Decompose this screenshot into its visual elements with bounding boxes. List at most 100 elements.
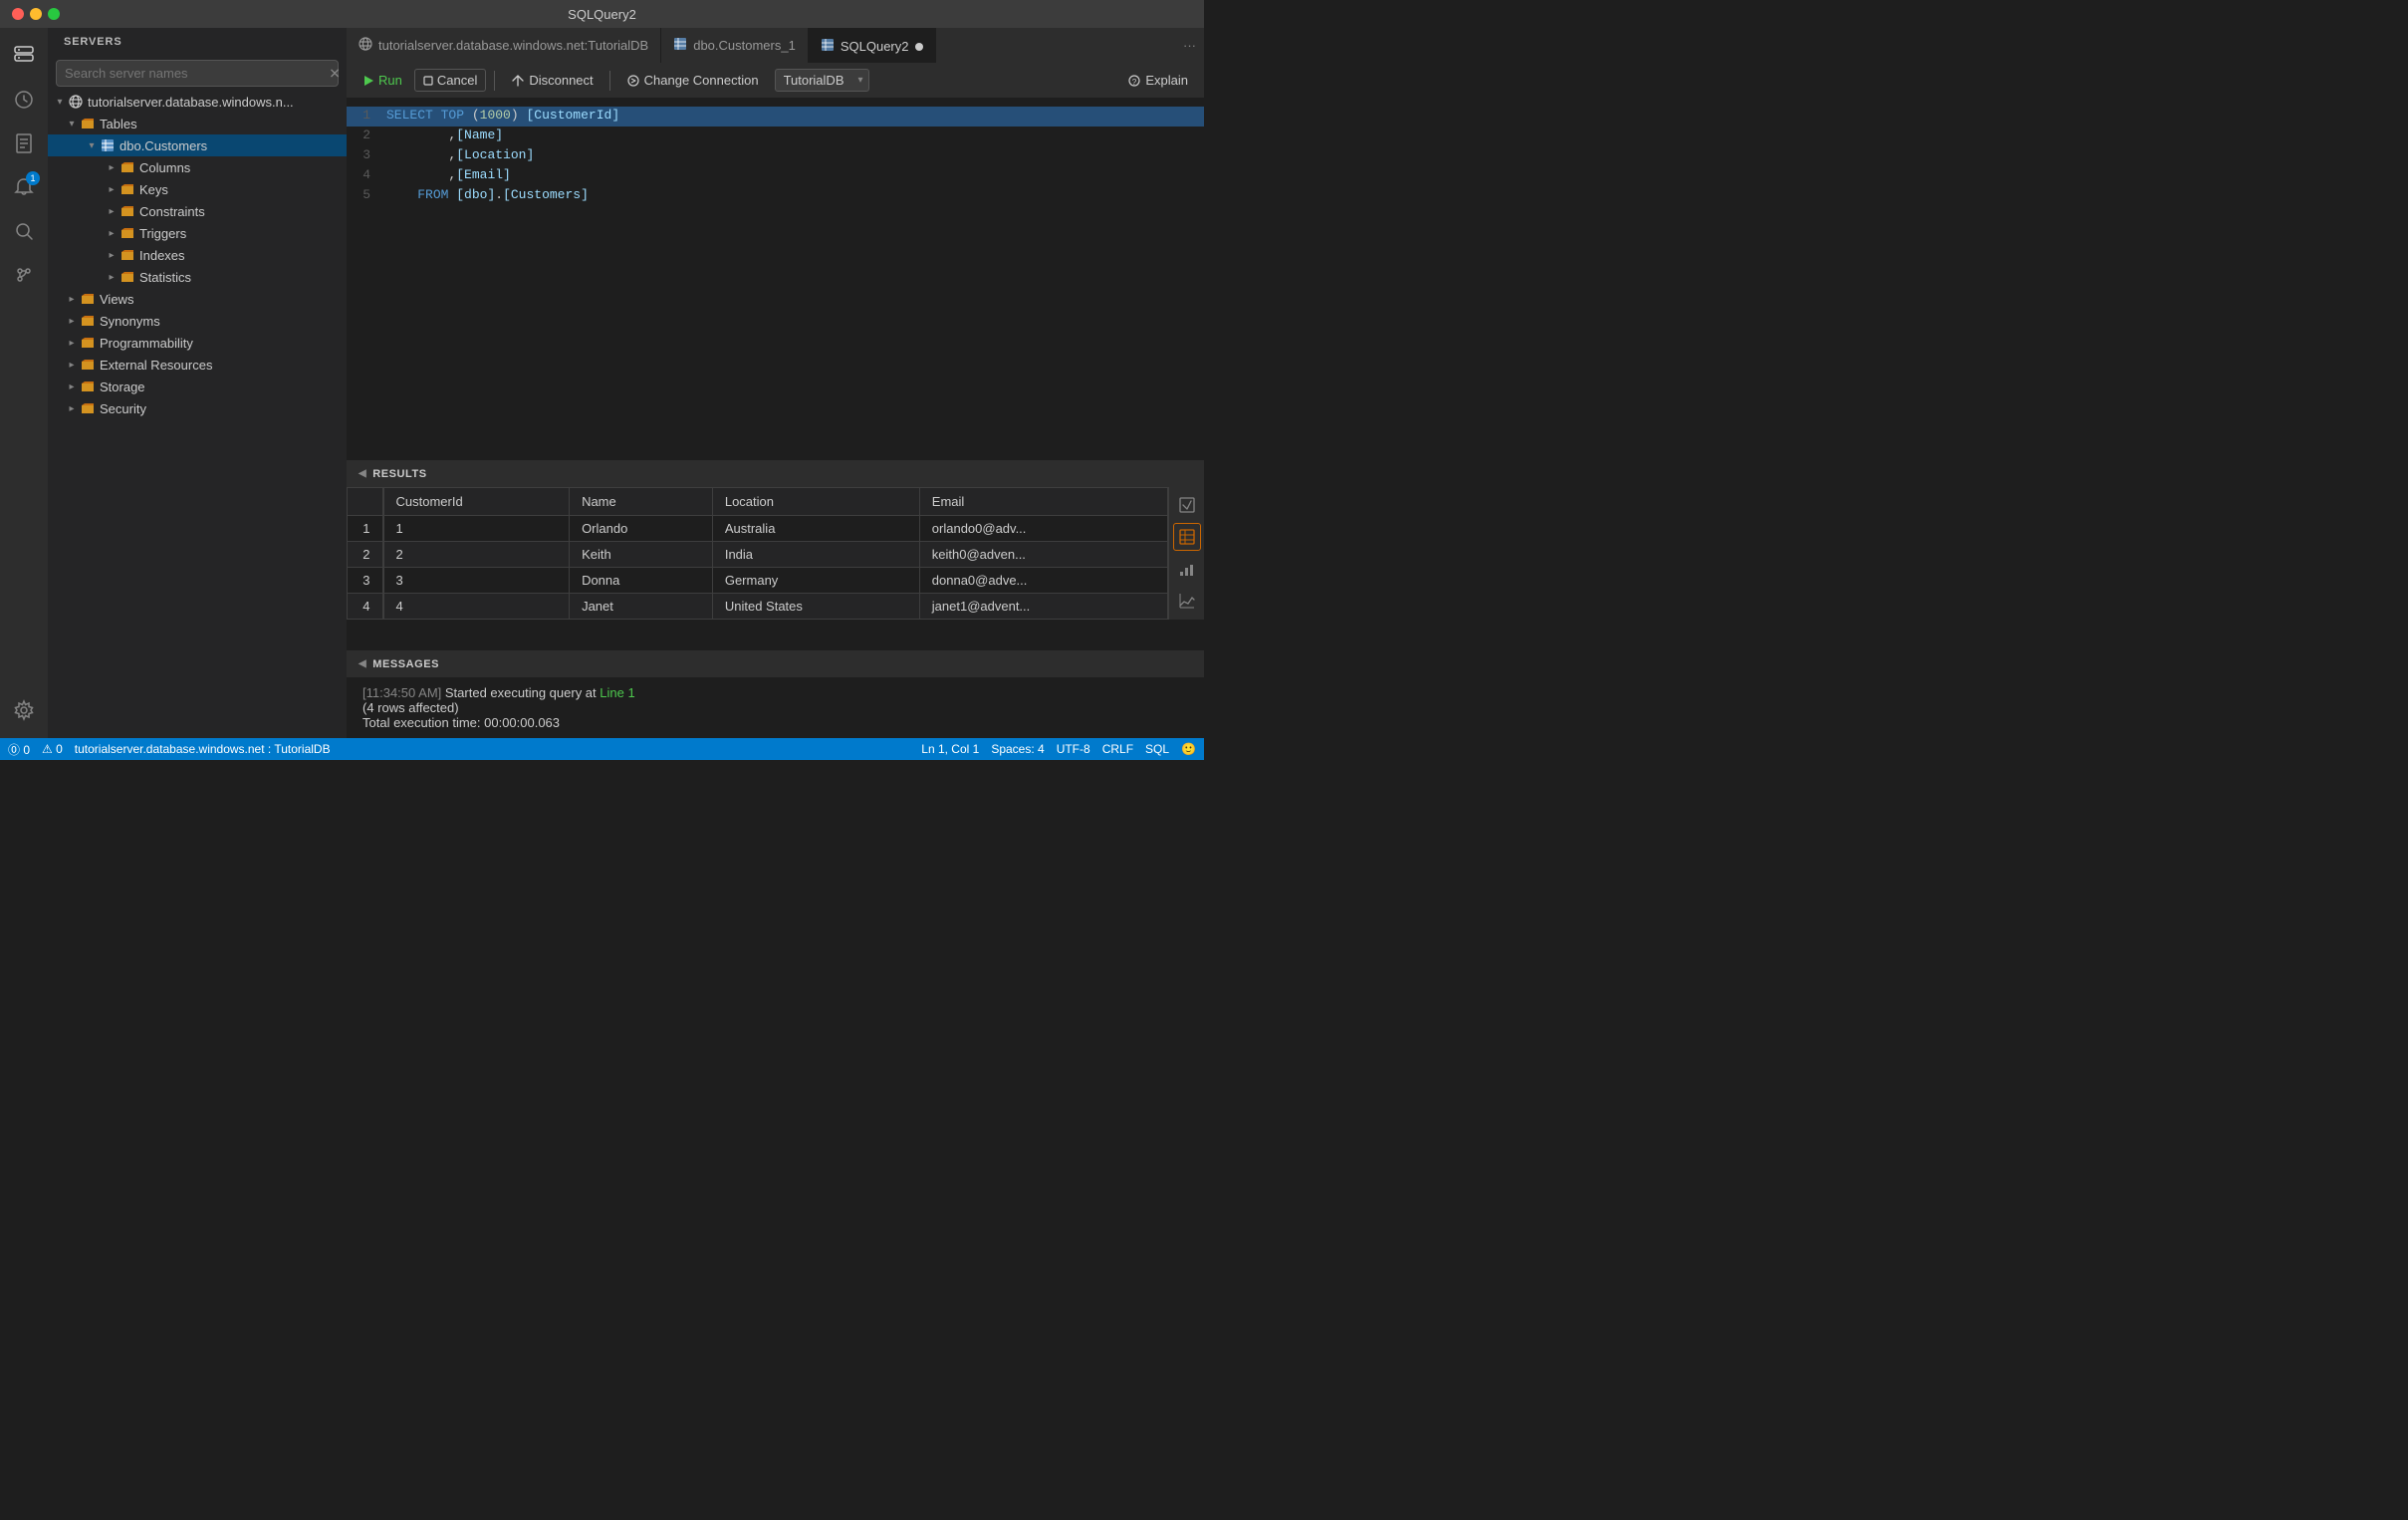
cancel-button[interactable]: Cancel [414,69,486,92]
status-server-text: tutorialserver.database.windows.net : Tu… [75,742,331,756]
external-resources-chevron [64,357,80,373]
tab-dirty-indicator [915,43,923,51]
view-as-table-button[interactable] [1173,523,1201,551]
tab-server[interactable]: tutorialserver.database.windows.net:Tuto… [347,28,661,63]
tab-customers-label: dbo.Customers_1 [693,38,796,53]
views-label: Views [100,292,133,307]
svg-text:?: ? [1132,78,1137,87]
view-as-chart-button[interactable] [1173,555,1201,583]
columns-folder[interactable]: Columns [48,156,347,178]
storage-folder[interactable]: Storage [48,376,347,397]
tab-customers[interactable]: dbo.Customers_1 [661,28,809,63]
status-server[interactable]: tutorialserver.database.windows.net : Tu… [75,742,331,756]
code-editor[interactable]: 1 SELECT TOP (1000) [CustomerId] 2 ,[Nam… [347,99,1204,459]
run-button[interactable]: Run [355,70,410,91]
msg-text-1: Started executing query at [445,685,597,700]
view-as-chart-2-button[interactable] [1173,587,1201,615]
tab-more-button[interactable]: ··· [1175,28,1204,63]
status-warnings[interactable]: ⚠ 0 [42,742,63,756]
tab-server-icon [359,37,372,54]
cell-email: orlando0@adv... [919,516,1167,542]
activity-notifications[interactable]: 1 [4,167,44,207]
messages-collapse-icon[interactable]: ◀ [359,658,366,669]
constraints-folder[interactable]: Constraints [48,200,347,222]
tab-server-label: tutorialserver.database.windows.net:Tuto… [378,38,648,53]
customers-chevron [84,137,100,153]
triggers-folder[interactable]: Triggers [48,222,347,244]
status-left: ⓪ 0 ⚠ 0 [8,741,63,758]
security-folder[interactable]: Security [48,397,347,419]
toolbar-separator-1 [494,71,495,91]
statistics-folder[interactable]: Statistics [48,266,347,288]
maximize-button[interactable] [48,8,60,20]
cell-customerid: 2 [383,542,570,568]
views-folder[interactable]: Views [48,288,347,310]
status-line-ending[interactable]: CRLF [1102,742,1133,756]
triggers-folder-icon [120,225,135,241]
tables-folder[interactable]: Tables [48,113,347,134]
tree-container: tutorialserver.database.windows.n... Tab… [48,91,347,738]
activity-search[interactable] [4,211,44,251]
cell-email: keith0@adven... [919,542,1167,568]
server-item[interactable]: tutorialserver.database.windows.n... [48,91,347,113]
activity-settings[interactable] [4,690,44,730]
triggers-chevron [104,225,120,241]
columns-chevron [104,159,120,175]
activity-servers[interactable] [4,36,44,76]
table-row[interactable]: 3 3 Donna Germany donna0@adve... [348,568,1168,594]
keys-folder-icon [120,181,135,197]
status-spaces-text: Spaces: 4 [991,742,1044,756]
keys-folder[interactable]: Keys [48,178,347,200]
database-select[interactable]: TutorialDB [775,69,869,92]
results-collapse-icon[interactable]: ◀ [359,468,366,479]
search-input[interactable] [56,60,339,87]
line-number-4: 4 [347,167,386,182]
status-encoding[interactable]: UTF-8 [1057,742,1090,756]
status-encoding-text: UTF-8 [1057,742,1090,756]
tab-query-icon [821,38,835,55]
msg-text-2: (4 rows affected) [362,700,459,715]
explain-button[interactable]: ? Explain [1119,70,1196,91]
change-connection-button[interactable]: Change Connection [618,70,767,91]
cell-location: Germany [712,568,919,594]
activity-notebooks[interactable] [4,124,44,163]
synonyms-label: Synonyms [100,314,160,329]
status-spaces[interactable]: Spaces: 4 [991,742,1044,756]
search-clear-icon[interactable]: ✕ [329,65,341,82]
activity-git[interactable] [4,255,44,295]
customers-table[interactable]: dbo.Customers [48,134,347,156]
activity-history[interactable] [4,80,44,120]
statistics-folder-icon [120,269,135,285]
indexes-folder[interactable]: Indexes [48,244,347,266]
programmability-folder[interactable]: Programmability [48,332,347,354]
msg-line-link[interactable]: Line 1 [600,685,634,700]
server-label: tutorialserver.database.windows.n... [88,95,294,110]
synonyms-folder[interactable]: Synonyms [48,310,347,332]
disconnect-label: Disconnect [529,73,593,88]
status-right: Ln 1, Col 1 Spaces: 4 UTF-8 CRLF SQL 🙂 [921,742,1196,756]
external-resources-folder[interactable]: External Resources [48,354,347,376]
status-bar: ⓪ 0 ⚠ 0 tutorialserver.database.windows.… [0,738,1204,760]
msg-text-3: Total execution time: 00:00:00.063 [362,715,560,730]
minimize-button[interactable] [30,8,42,20]
status-errors[interactable]: ⓪ 0 [8,741,30,758]
table-row[interactable]: 4 4 Janet United States janet1@advent... [348,594,1168,620]
status-language[interactable]: SQL [1145,742,1169,756]
status-position[interactable]: Ln 1, Col 1 [921,742,979,756]
messages-header: ◀ MESSAGES [347,649,1204,677]
table-row[interactable]: 2 2 Keith India keith0@adven... [348,542,1168,568]
code-content-5: FROM [dbo].[Customers] [386,187,589,202]
tables-label: Tables [100,117,137,131]
triggers-label: Triggers [139,226,186,241]
disconnect-button[interactable]: Disconnect [503,70,601,91]
table-row[interactable]: 1 1 Orlando Australia orlando0@adv... [348,516,1168,542]
status-emoji-icon: 🙂 [1181,742,1196,756]
cell-location: United States [712,594,919,620]
tab-query[interactable]: SQLQuery2 [809,28,936,63]
save-results-button[interactable] [1173,491,1201,519]
close-button[interactable] [12,8,24,20]
status-emoji[interactable]: 🙂 [1181,742,1196,756]
code-line-4: 4 ,[Email] [347,166,1204,186]
code-content-1: SELECT TOP (1000) [CustomerId] [386,108,619,123]
sidebar-header: SERVERS [48,28,347,56]
